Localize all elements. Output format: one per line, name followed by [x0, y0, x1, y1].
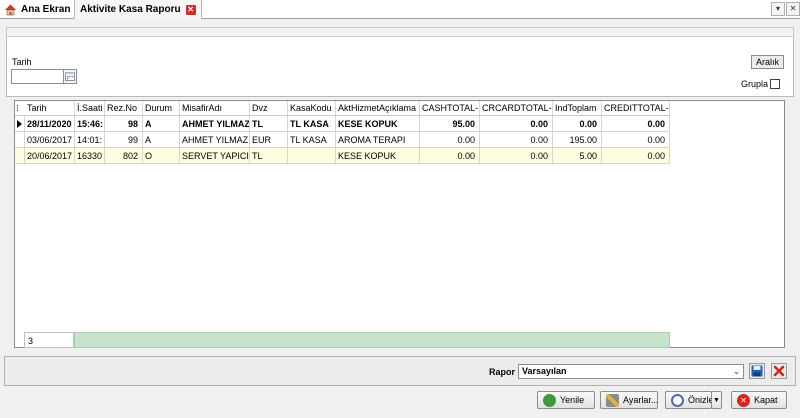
date-input[interactable]	[11, 69, 64, 84]
tab-report-label: Aktivite Kasa Raporu	[80, 4, 181, 15]
delete-button[interactable]	[771, 363, 787, 379]
group-checkbox[interactable]	[770, 79, 780, 89]
refresh-icon	[543, 393, 556, 407]
record-count: 3	[28, 336, 34, 346]
cell-indtoplam[interactable]: 195.00	[553, 132, 602, 148]
tools-icon	[606, 393, 619, 407]
save-button[interactable]	[749, 363, 765, 379]
cell-akthizmetaciklama[interactable]: KESE KOPUK	[336, 116, 420, 132]
cell-indtoplam[interactable]: 0.00	[553, 116, 602, 132]
refresh-button-label: Yenile	[560, 395, 585, 405]
close-tab-icon[interactable]: ✕	[185, 4, 196, 15]
cell-credittotal[interactable]: 0.00	[602, 132, 670, 148]
cell-rezno[interactable]: 98	[105, 116, 143, 132]
cell-indtoplam[interactable]: 5.00	[553, 148, 602, 164]
cell-rezno[interactable]: 802	[105, 148, 143, 164]
cell-akthizmetaciklama[interactable]: KESE KOPUK	[336, 148, 420, 164]
magnifier-icon	[671, 393, 684, 407]
range-button[interactable]: Aralık	[751, 55, 784, 69]
chevron-down-icon[interactable]: ⌄	[730, 365, 743, 378]
close-window-icon[interactable]: ✕	[786, 2, 800, 16]
report-label: Rapor	[489, 367, 516, 377]
cell-misafiradi[interactable]: AHMET YILMAZ	[180, 116, 250, 132]
column-header-durum[interactable]: Durum	[143, 101, 180, 115]
tab-ana-ekran-label: Ana Ekran	[21, 4, 71, 15]
cell-kasakodu[interactable]: TL KASA	[288, 132, 336, 148]
column-chooser-icon[interactable]: ⁝	[15, 101, 25, 115]
group-label: Grupla	[741, 79, 769, 89]
date-label: Tarih	[12, 57, 32, 67]
column-header-tarih[interactable]: Tarih	[25, 101, 75, 115]
tab-ana-ekran[interactable]: Ana Ekran	[2, 0, 73, 19]
cell-credittotal[interactable]: 0.00	[602, 148, 670, 164]
cell-tarih[interactable]: 28/11/2020	[25, 116, 75, 132]
cell-tarih[interactable]: 03/06/2017	[25, 132, 75, 148]
table-row[interactable]: 28/11/2020 15:46: 98 A AHMET YILMAZ TL T…	[15, 116, 670, 132]
cell-dvz[interactable]: TL	[250, 148, 288, 164]
calendar-icon[interactable]	[63, 69, 77, 84]
cell-crcardtotal[interactable]: 0.00	[480, 132, 553, 148]
cell-misafiradi[interactable]: SERVET YAPICI	[180, 148, 250, 164]
report-select[interactable]: Varsayılan	[518, 364, 744, 379]
column-header-crcardtotal[interactable]: CRCARDTOTAL-	[480, 101, 553, 115]
cell-rezno[interactable]: 99	[105, 132, 143, 148]
close-button-label: Kapat	[754, 395, 778, 405]
save-icon	[751, 365, 763, 377]
row-indicator	[15, 116, 25, 132]
cell-kasakodu[interactable]: TL KASA	[288, 116, 336, 132]
preview-dropdown-icon[interactable]: ▼	[711, 391, 722, 409]
cell-misafiradi[interactable]: AHMET YILMAZ	[180, 132, 250, 148]
column-header-cashtotal[interactable]: CASHTOTAL-	[420, 101, 480, 115]
row-indicator	[15, 148, 25, 164]
cell-credittotal[interactable]: 0.00	[602, 116, 670, 132]
tab-aktivite-kasa-raporu[interactable]: Aktivite Kasa Raporu ✕	[74, 0, 202, 19]
column-header-rezno[interactable]: Rez.No	[105, 101, 143, 115]
cell-saati[interactable]: 14:01:	[75, 132, 105, 148]
table-row[interactable]: 20/06/2017 16330 802 O SERVET YAPICI TL …	[15, 148, 670, 164]
delete-icon	[773, 365, 785, 377]
cell-durum[interactable]: A	[143, 132, 180, 148]
cell-akthizmetaciklama[interactable]: AROMA TERAPI	[336, 132, 420, 148]
cell-cashtotal[interactable]: 0.00	[420, 148, 480, 164]
preview-button-label: Önizle	[688, 395, 714, 405]
cell-crcardtotal[interactable]: 0.00	[480, 148, 553, 164]
footer-summary-bar	[74, 332, 670, 348]
column-header-saati[interactable]: İ.Saati	[75, 101, 105, 115]
cell-crcardtotal[interactable]: 0.00	[480, 116, 553, 132]
table-row[interactable]: 03/06/2017 14:01: 99 A AHMET YILMAZ EUR …	[15, 132, 670, 148]
home-icon	[4, 3, 17, 16]
cell-saati[interactable]: 15:46:	[75, 116, 105, 132]
close-icon: ✕	[737, 393, 750, 407]
cell-kasakodu[interactable]	[288, 148, 336, 164]
refresh-button[interactable]: Yenile	[537, 391, 595, 409]
column-header-kasakodu[interactable]: KasaKodu	[288, 101, 336, 115]
cell-cashtotal[interactable]: 95.00	[420, 116, 480, 132]
column-header-akthizmetaciklama[interactable]: AktHizmetAçıklama	[336, 101, 420, 115]
cell-dvz[interactable]: EUR	[250, 132, 288, 148]
cell-cashtotal[interactable]: 0.00	[420, 132, 480, 148]
row-indicator	[15, 132, 25, 148]
settings-button[interactable]: Ayarlar...	[600, 391, 658, 409]
tab-list-dropdown-icon[interactable]: ▾	[771, 2, 785, 16]
column-header-indtoplam[interactable]: IndToplam	[553, 101, 602, 115]
column-header-credittotal[interactable]: CREDITTOTAL-	[602, 101, 670, 115]
settings-button-label: Ayarlar...	[623, 395, 659, 405]
cell-tarih[interactable]: 20/06/2017	[25, 148, 75, 164]
cell-durum[interactable]: O	[143, 148, 180, 164]
cell-dvz[interactable]: TL	[250, 116, 288, 132]
close-button[interactable]: ✕ Kapat	[731, 391, 787, 409]
row-indicator-arrow-icon	[17, 120, 22, 128]
filter-panel	[6, 27, 794, 97]
column-header-misafiradi[interactable]: MisafirAdı	[180, 101, 250, 115]
column-header-dvz[interactable]: Dvz	[250, 101, 288, 115]
filter-panel-header	[6, 27, 794, 37]
cell-saati[interactable]: 16330	[75, 148, 105, 164]
cell-durum[interactable]: A	[143, 116, 180, 132]
preview-button[interactable]: Önizle	[665, 391, 714, 409]
